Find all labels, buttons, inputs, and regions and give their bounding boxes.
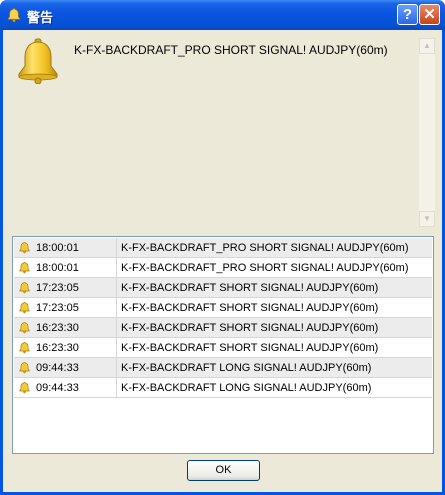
time-label: 16:23:30: [36, 322, 79, 334]
alert-text: K-FX-BACKDRAFT LONG SIGNAL! AUDJPY(60m): [121, 382, 372, 394]
alert-text: K-FX-BACKDRAFT SHORT SIGNAL! AUDJPY(60m): [121, 342, 379, 354]
bell-icon: [19, 301, 30, 314]
alert-text: K-FX-BACKDRAFT SHORT SIGNAL! AUDJPY(60m): [121, 282, 379, 294]
bell-icon: [7, 8, 21, 23]
list-item[interactable]: 09:44:33 K-FX-BACKDRAFT LONG SIGNAL! AUD…: [14, 378, 432, 398]
ok-button[interactable]: OK: [187, 460, 260, 481]
time-label: 17:23:05: [36, 282, 79, 294]
time-cell: 17:23:05: [14, 278, 117, 297]
scroll-up-arrow-icon[interactable]: ▲: [419, 38, 435, 54]
alert-text: K-FX-BACKDRAFT_PRO SHORT SIGNAL! AUDJPY(…: [121, 242, 409, 254]
list-item[interactable]: 16:23:30 K-FX-BACKDRAFT SHORT SIGNAL! AU…: [14, 338, 432, 358]
bell-icon: [19, 381, 30, 394]
alert-text: K-FX-BACKDRAFT SHORT SIGNAL! AUDJPY(60m): [121, 302, 379, 314]
help-button[interactable]: ?: [397, 4, 418, 25]
time-cell: 16:23:30: [14, 318, 117, 337]
alert-message: K-FX-BACKDRAFT_PRO SHORT SIGNAL! AUDJPY(…: [74, 43, 388, 57]
bell-icon: [19, 241, 30, 254]
alert-log-list[interactable]: 18:00:01 K-FX-BACKDRAFT_PRO SHORT SIGNAL…: [12, 236, 434, 454]
time-cell: 18:00:01: [14, 258, 117, 277]
time-cell: 17:23:05: [14, 298, 117, 317]
time-cell: 16:23:30: [14, 338, 117, 357]
time-label: 09:44:33: [36, 362, 79, 374]
bell-icon: [18, 38, 58, 84]
list-item[interactable]: 17:23:05 K-FX-BACKDRAFT SHORT SIGNAL! AU…: [14, 298, 432, 318]
time-label: 09:44:33: [36, 382, 79, 394]
window-title: 警告: [27, 10, 54, 25]
help-icon: ?: [402, 6, 413, 23]
list-item[interactable]: 18:00:01 K-FX-BACKDRAFT_PRO SHORT SIGNAL…: [14, 258, 432, 278]
dialog-body: K-FX-BACKDRAFT_PRO SHORT SIGNAL! AUDJPY(…: [3, 30, 442, 492]
time-label: 17:23:05: [36, 302, 79, 314]
bell-icon: [19, 281, 30, 294]
time-label: 18:00:01: [36, 242, 79, 254]
alert-text: K-FX-BACKDRAFT_PRO SHORT SIGNAL! AUDJPY(…: [121, 262, 409, 274]
alert-window: 警告 ? ✕ K-FX-BACKDRAFT_PRO SHORT SIGNAL! …: [0, 0, 445, 495]
time-label: 18:00:01: [36, 262, 79, 274]
list-item[interactable]: 16:23:30 K-FX-BACKDRAFT SHORT SIGNAL! AU…: [14, 318, 432, 338]
close-button[interactable]: ✕: [419, 4, 440, 25]
title-bar[interactable]: 警告 ? ✕: [0, 0, 445, 30]
bell-icon: [19, 341, 30, 354]
time-cell: 09:44:33: [14, 378, 117, 397]
list-item[interactable]: 17:23:05 K-FX-BACKDRAFT SHORT SIGNAL! AU…: [14, 278, 432, 298]
alert-text: K-FX-BACKDRAFT LONG SIGNAL! AUDJPY(60m): [121, 362, 372, 374]
message-area: K-FX-BACKDRAFT_PRO SHORT SIGNAL! AUDJPY(…: [72, 38, 420, 224]
close-icon: ✕: [423, 6, 436, 23]
message-scrollbar[interactable]: ▲ ▼: [419, 38, 435, 227]
list-item[interactable]: 18:00:01 K-FX-BACKDRAFT_PRO SHORT SIGNAL…: [14, 238, 432, 258]
alert-text: K-FX-BACKDRAFT SHORT SIGNAL! AUDJPY(60m): [121, 322, 379, 334]
bell-icon: [19, 321, 30, 334]
list-item[interactable]: 09:44:33 K-FX-BACKDRAFT LONG SIGNAL! AUD…: [14, 358, 432, 378]
bell-icon: [19, 361, 30, 374]
time-label: 16:23:30: [36, 342, 79, 354]
time-cell: 09:44:33: [14, 358, 117, 377]
time-cell: 18:00:01: [14, 238, 117, 257]
bell-icon: [19, 261, 30, 274]
scroll-down-arrow-icon[interactable]: ▼: [419, 211, 435, 227]
